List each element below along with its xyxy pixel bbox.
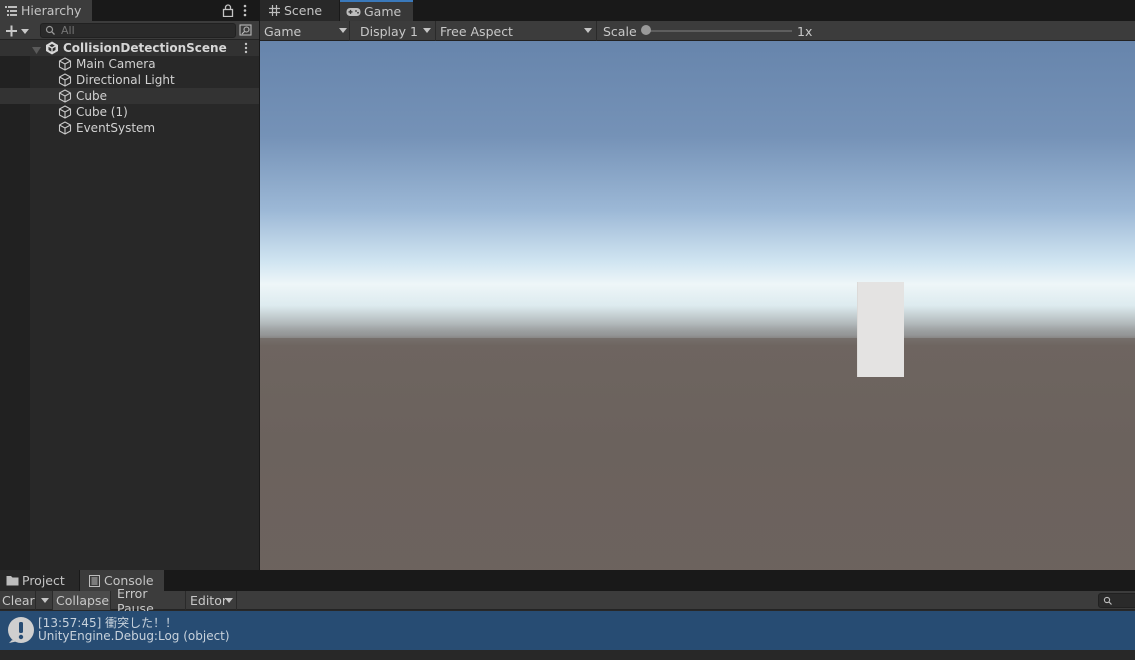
clear-options-dropdown[interactable]: [36, 591, 53, 610]
tab-scene-label: Scene: [284, 3, 323, 18]
collapse-toggle[interactable]: Collapse: [53, 591, 111, 610]
editor-dropdown[interactable]: Editor: [187, 591, 237, 610]
scale-slider-track[interactable]: [646, 30, 792, 32]
gameobject-cube-icon: [58, 89, 72, 103]
scene-search-icon[interactable]: [239, 23, 253, 37]
log-stack-trace: UnityEngine.Debug:Log (object): [38, 629, 230, 643]
tab-hierarchy-label: Hierarchy: [21, 3, 82, 18]
dropdown-arrow-icon: [339, 28, 347, 33]
horizon-haze: [260, 324, 1135, 346]
gameobject-cube-icon: [58, 105, 72, 119]
tab-game[interactable]: Game: [340, 0, 413, 21]
scene-name: CollisionDetectionScene: [63, 41, 227, 55]
hierarchy-panel: Hierarchy All CollisionDetectionScene Ma…: [0, 0, 259, 570]
hierarchy-item-main-camera[interactable]: Main Camera: [0, 56, 259, 72]
console-panel: Project Console Clear Collapse Error Pau…: [0, 570, 1135, 660]
hierarchy-item-eventsystem[interactable]: EventSystem: [0, 120, 259, 136]
search-icon: [45, 25, 56, 36]
gamepad-icon: [345, 5, 361, 19]
view-mode-value: Game: [264, 23, 302, 39]
collapse-label: Collapse: [56, 593, 110, 608]
lock-icon[interactable]: [222, 4, 234, 18]
dropdown-arrow-icon: [584, 28, 592, 33]
clear-label: Clear: [2, 593, 35, 608]
scale-label: Scale: [603, 24, 637, 39]
console-icon: [87, 574, 101, 588]
tab-game-label: Game: [364, 4, 402, 19]
search-icon: [1103, 595, 1113, 605]
hierarchy-search-input[interactable]: [61, 24, 231, 37]
scene-more-options-icon[interactable]: [243, 42, 249, 54]
scale-slider-thumb[interactable]: [641, 25, 651, 35]
gameobject-cube-icon: [58, 57, 72, 71]
editor-label: Editor: [190, 593, 227, 608]
grid-icon: [267, 4, 281, 18]
hierarchy-item-label: EventSystem: [76, 121, 156, 135]
aspect-value: Free Aspect: [440, 23, 513, 39]
hierarchy-item-label: Main Camera: [76, 57, 156, 71]
gameobject-cube-icon: [58, 73, 72, 87]
hierarchy-item-cube-1[interactable]: Cube (1): [0, 104, 259, 120]
tab-project-label: Project: [22, 573, 65, 588]
view-mode-dropdown[interactable]: Game: [260, 21, 350, 41]
game-view-panel: Scene Game Game Display 1 Free Aspect Sc…: [260, 0, 1135, 570]
list-icon: [4, 4, 18, 18]
hierarchy-item-cube[interactable]: Cube: [0, 88, 259, 104]
tab-scene[interactable]: Scene: [260, 0, 339, 21]
hierarchy-item-label: Directional Light: [76, 73, 175, 87]
error-pause-toggle[interactable]: Error Pause: [114, 586, 186, 616]
foldout-expanded-icon[interactable]: [32, 44, 41, 54]
hierarchy-item-label: Cube (1): [76, 105, 128, 119]
hierarchy-tree: CollisionDetectionScene Main Camera Dire…: [0, 40, 259, 570]
log-entry[interactable]: [13:57:45] 衝突した！！ UnityEngine.Debug:Log …: [0, 611, 1135, 650]
game-toolbar: Game Display 1 Free Aspect Scale 1x: [260, 21, 1135, 41]
tab-hierarchy[interactable]: Hierarchy: [0, 0, 92, 21]
hierarchy-toolbar: [0, 21, 259, 40]
dropdown-arrow-icon: [225, 598, 233, 603]
aspect-dropdown[interactable]: Free Aspect: [436, 21, 597, 41]
hierarchy-item-label: Cube: [76, 89, 107, 103]
console-toolbar: Clear Collapse Error Pause Editor: [0, 586, 1135, 616]
ground-plane: [260, 338, 1135, 570]
add-object-button[interactable]: [3, 22, 31, 39]
game-viewport[interactable]: [260, 41, 1135, 570]
display-value: Display 1: [360, 23, 419, 39]
folder-icon: [5, 574, 19, 588]
unity-scene-icon: [45, 41, 59, 55]
hierarchy-item-directional-light[interactable]: Directional Light: [0, 72, 259, 88]
gameobject-cube-icon: [58, 121, 72, 135]
console-search-field[interactable]: [1098, 593, 1135, 608]
tab-project[interactable]: Project: [0, 570, 79, 591]
more-options-icon[interactable]: [241, 4, 249, 17]
hierarchy-search-field[interactable]: [40, 23, 236, 38]
dropdown-arrow-icon: [423, 28, 431, 33]
cube-render: [857, 282, 904, 377]
game-tab-bar: Scene Game: [260, 0, 1135, 21]
dropdown-arrow-icon: [41, 598, 49, 603]
display-dropdown[interactable]: Display 1: [350, 21, 436, 41]
clear-button[interactable]: Clear: [0, 591, 36, 610]
hierarchy-tab-bar: Hierarchy: [0, 0, 259, 21]
info-icon: [7, 616, 35, 644]
scene-row[interactable]: CollisionDetectionScene: [0, 40, 259, 56]
scale-value: 1x: [797, 24, 813, 39]
